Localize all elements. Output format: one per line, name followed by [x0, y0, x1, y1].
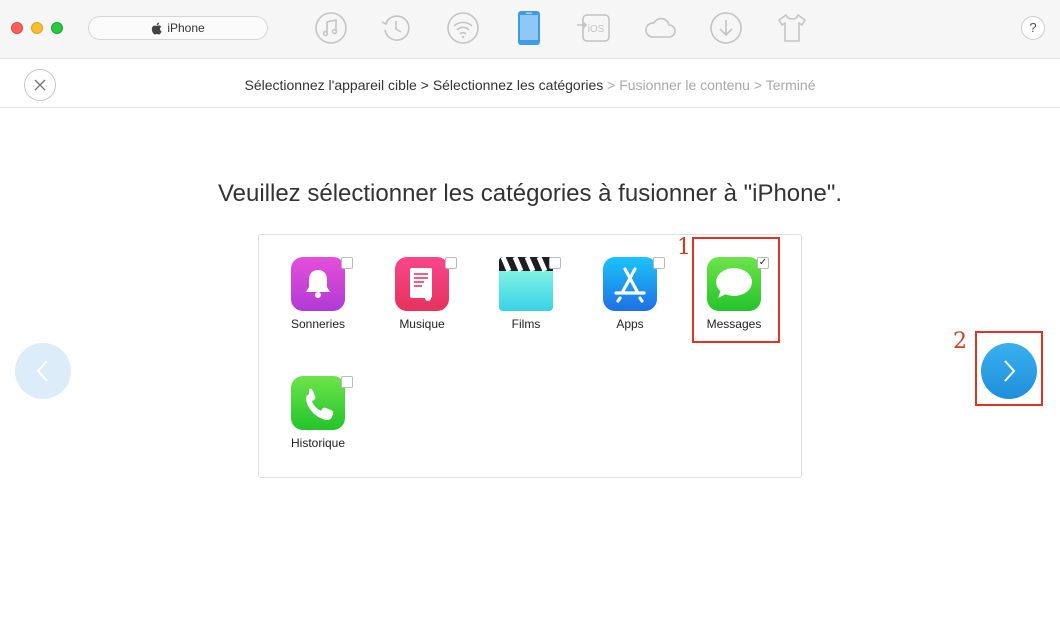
- previous-button[interactable]: [15, 343, 71, 399]
- breadcrumb-step-merge-content: Fusionner le contenu: [619, 77, 750, 93]
- category-item-musique[interactable]: Musique: [377, 235, 467, 335]
- svg-text:iOS: iOS: [588, 24, 605, 35]
- category-item-sonneries[interactable]: Sonneries: [273, 235, 363, 335]
- breadcrumb-separator: >: [749, 77, 766, 93]
- category-label: Apps: [616, 317, 644, 331]
- breadcrumb-separator: >: [416, 77, 433, 93]
- download-icon[interactable]: [709, 11, 743, 45]
- app-store-icon: [603, 257, 657, 311]
- chevron-left-icon: [36, 360, 48, 382]
- music-note-icon: [395, 257, 449, 311]
- help-button[interactable]: ?: [1021, 16, 1045, 40]
- clapper-icon: [499, 257, 553, 311]
- breadcrumb-bar: Sélectionnez l'appareil cible > Sélectio…: [0, 59, 1060, 108]
- category-item-apps[interactable]: Apps: [585, 235, 675, 335]
- shirt-icon[interactable]: [775, 11, 809, 45]
- category-checkbox[interactable]: [549, 257, 561, 269]
- bell-icon: [291, 257, 345, 311]
- breadcrumb-step-select-categories: Sélectionnez les catégories: [432, 77, 604, 93]
- cloud-icon[interactable]: [643, 11, 677, 45]
- close-window-button[interactable]: [11, 22, 23, 34]
- category-checkbox[interactable]: [341, 376, 353, 388]
- title-bar: iPhone iOS ?: [0, 0, 1060, 59]
- apple-icon: [152, 22, 162, 35]
- annotation-step-1: 1: [677, 235, 691, 260]
- breadcrumb-separator: >: [603, 77, 620, 93]
- category-checkbox[interactable]: [653, 257, 665, 269]
- device-icon[interactable]: [512, 11, 546, 45]
- category-checkbox[interactable]: [445, 257, 457, 269]
- music-icon[interactable]: [314, 11, 348, 45]
- breadcrumb: Sélectionnez l'appareil cible > Sélectio…: [0, 77, 1060, 93]
- category-checkbox[interactable]: [341, 257, 353, 269]
- breadcrumb-step-done: Terminé: [765, 77, 816, 93]
- zoom-window-button[interactable]: [51, 22, 63, 34]
- minimize-window-button[interactable]: [31, 22, 43, 34]
- device-name: iPhone: [167, 21, 205, 35]
- history-icon[interactable]: [379, 11, 413, 45]
- annotation-step-2: 2: [953, 329, 967, 354]
- ios-icon[interactable]: iOS: [577, 11, 611, 45]
- annotation-highlight-messages: [692, 237, 780, 343]
- annotation-highlight-next: [975, 331, 1043, 406]
- breadcrumb-step-select-target: Sélectionnez l'appareil cible: [244, 77, 417, 93]
- category-label: Musique: [399, 317, 445, 331]
- category-item-films[interactable]: Films: [481, 235, 571, 335]
- device-selector[interactable]: iPhone: [88, 16, 268, 40]
- phone-icon: [291, 376, 345, 430]
- wifi-icon[interactable]: [446, 11, 480, 45]
- category-label: Historique: [290, 436, 346, 450]
- category-label: Films: [511, 317, 541, 331]
- category-label: Sonneries: [290, 317, 346, 331]
- category-item-historique[interactable]: Historique: [273, 354, 363, 454]
- page-heading: Veuillez sélectionner les catégories à f…: [217, 180, 843, 207]
